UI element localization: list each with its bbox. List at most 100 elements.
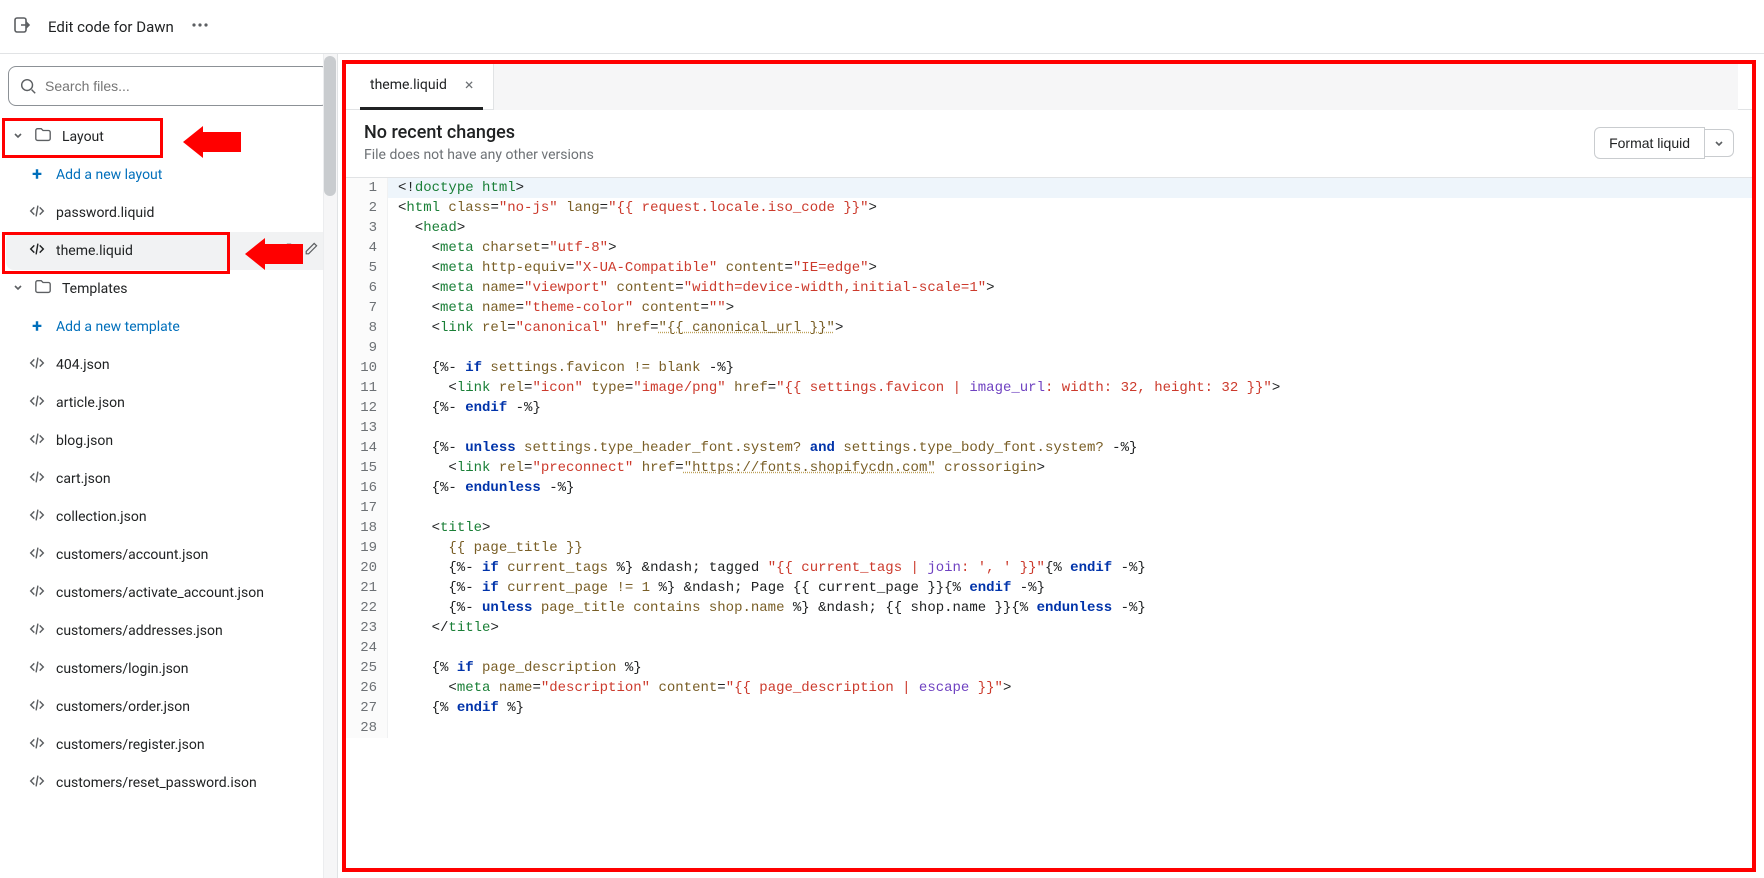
file-item[interactable]: customers/register.json <box>0 726 337 764</box>
code-icon <box>28 240 46 262</box>
code-line[interactable]: 6 <meta name="viewport" content="width=d… <box>346 278 1752 298</box>
line-number: 5 <box>346 258 388 278</box>
file-name: customers/account.json <box>56 547 208 563</box>
line-number: 11 <box>346 378 388 398</box>
code-line[interactable]: 19 {{ page_title }} <box>346 538 1752 558</box>
code-line[interactable]: 3 <head> <box>346 218 1752 238</box>
line-number: 9 <box>346 338 388 358</box>
file-name: password.liquid <box>56 205 154 221</box>
chevron-down-icon <box>12 281 24 297</box>
code-line[interactable]: 20 {%- if current_tags %} &ndash; tagged… <box>346 558 1752 578</box>
code-line[interactable]: 22 {%- unless page_title contains shop.n… <box>346 598 1752 618</box>
code-line[interactable]: 16 {%- endunless -%} <box>346 478 1752 498</box>
file-item[interactable]: customers/activate_account.json <box>0 574 337 612</box>
code-line[interactable]: 17 <box>346 498 1752 518</box>
file-name: collection.json <box>56 509 147 525</box>
code-line[interactable]: 15 <link rel="preconnect" href="https://… <box>346 458 1752 478</box>
code-line[interactable]: 23 </title> <box>346 618 1752 638</box>
line-number: 18 <box>346 518 388 538</box>
code-line[interactable]: 10 {%- if settings.favicon != blank -%} <box>346 358 1752 378</box>
file-name: blog.json <box>56 433 113 449</box>
file-item[interactable]: 404.json <box>0 346 337 384</box>
add-template-label: Add a new template <box>56 319 180 335</box>
code-line[interactable]: 9 <box>346 338 1752 358</box>
line-number: 12 <box>346 398 388 418</box>
code-line[interactable]: 8 <link rel="canonical" href="{{ canonic… <box>346 318 1752 338</box>
code-line[interactable]: 21 {%- if current_page != 1 %} &ndash; P… <box>346 578 1752 598</box>
code-line[interactable]: 5 <meta http-equiv="X-UA-Compatible" con… <box>346 258 1752 278</box>
rename-icon[interactable] <box>303 241 319 261</box>
line-number: 4 <box>346 238 388 258</box>
code-line[interactable]: 2<html class="no-js" lang="{{ request.lo… <box>346 198 1752 218</box>
line-number: 27 <box>346 698 388 718</box>
file-name: 404.json <box>56 357 110 373</box>
code-line[interactable]: 25 {% if page_description %} <box>346 658 1752 678</box>
code-line[interactable]: 24 <box>346 638 1752 658</box>
add-layout-label: Add a new layout <box>56 167 162 183</box>
code-line[interactable]: 26 <meta name="description" content="{{ … <box>346 678 1752 698</box>
code-line[interactable]: 12 {%- endif -%} <box>346 398 1752 418</box>
format-liquid-button[interactable]: Format liquid <box>1594 127 1705 159</box>
line-number: 19 <box>346 538 388 558</box>
line-number: 7 <box>346 298 388 318</box>
line-number: 24 <box>346 638 388 658</box>
folder-icon <box>34 126 52 148</box>
line-number: 26 <box>346 678 388 698</box>
add-layout-link[interactable]: + Add a new layout <box>0 156 337 194</box>
tab-theme-liquid[interactable]: theme.liquid × <box>360 64 483 110</box>
file-name: customers/activate_account.json <box>56 585 264 601</box>
file-name: customers/login.json <box>56 661 189 677</box>
code-line[interactable]: 27 {% endif %} <box>346 698 1752 718</box>
code-line[interactable]: 14 {%- unless settings.type_header_font.… <box>346 438 1752 458</box>
exit-icon[interactable] <box>12 15 32 39</box>
editor: theme.liquid × No recent changes File do… <box>342 60 1756 872</box>
plus-icon: + <box>28 166 46 184</box>
line-number: 16 <box>346 478 388 498</box>
line-number: 13 <box>346 418 388 438</box>
file-item[interactable]: customers/order.json <box>0 688 337 726</box>
scrollbar-thumb[interactable] <box>324 56 336 196</box>
file-item[interactable]: cart.json <box>0 460 337 498</box>
folder-layout[interactable]: Layout <box>0 118 337 156</box>
line-number: 6 <box>346 278 388 298</box>
code-icon <box>28 506 46 528</box>
line-number: 8 <box>346 318 388 338</box>
chevron-down-icon <box>12 129 24 145</box>
code-line[interactable]: 18 <title> <box>346 518 1752 538</box>
file-item[interactable]: collection.json <box>0 498 337 536</box>
code-line[interactable]: 28 <box>346 718 1752 738</box>
file-item[interactable]: blog.json <box>0 422 337 460</box>
line-number: 2 <box>346 198 388 218</box>
format-dropdown[interactable] <box>1705 129 1734 157</box>
folder-templates[interactable]: Templates <box>0 270 337 308</box>
search-input[interactable] <box>8 66 329 106</box>
more-icon[interactable] <box>190 15 210 39</box>
code-line[interactable]: 4 <meta charset="utf-8"> <box>346 238 1752 258</box>
code-line[interactable]: 13 <box>346 418 1752 438</box>
close-icon[interactable]: × <box>465 77 474 93</box>
code-line[interactable]: 11 <link rel="icon" type="image/png" hre… <box>346 378 1752 398</box>
file-item[interactable]: theme.liquid <box>6 232 331 270</box>
folder-icon <box>34 278 52 300</box>
file-item[interactable]: customers/reset_password.ison <box>0 764 337 802</box>
code-line[interactable]: 7 <meta name="theme-color" content=""> <box>346 298 1752 318</box>
file-name: article.json <box>56 395 125 411</box>
delete-icon[interactable] <box>281 241 297 261</box>
tab-label: theme.liquid <box>370 77 447 93</box>
search-field[interactable] <box>45 78 318 94</box>
topbar: Edit code for Dawn <box>0 0 1764 54</box>
file-header-subtitle: File does not have any other versions <box>364 147 594 163</box>
line-number: 28 <box>346 718 388 738</box>
file-item[interactable]: customers/login.json <box>0 650 337 688</box>
file-item[interactable]: article.json <box>0 384 337 422</box>
line-number: 10 <box>346 358 388 378</box>
file-item[interactable]: customers/account.json <box>0 536 337 574</box>
file-item[interactable]: customers/addresses.json <box>0 612 337 650</box>
code-editor[interactable]: 1<!doctype html>2<html class="no-js" lan… <box>346 178 1752 868</box>
sidebar-scrollbar[interactable] <box>323 54 337 878</box>
file-name: customers/addresses.json <box>56 623 223 639</box>
file-item[interactable]: password.liquid <box>0 194 337 232</box>
code-line[interactable]: 1<!doctype html> <box>346 178 1752 198</box>
file-name: customers/order.json <box>56 699 190 715</box>
add-template-link[interactable]: + Add a new template <box>0 308 337 346</box>
